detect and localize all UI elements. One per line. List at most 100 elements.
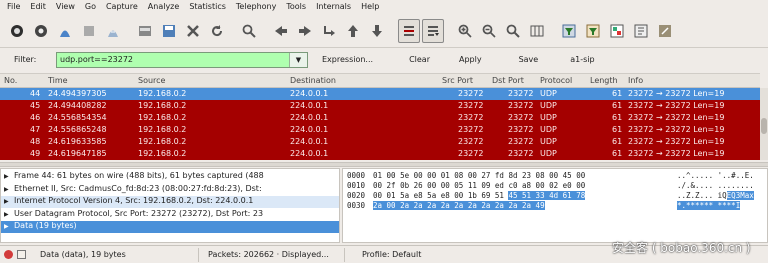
packet-row[interactable]: 47 24.556865248 192.168.0.2 224.0.0.1 23272 2… [0,124,760,136]
zoom-out-button[interactable] [478,19,500,43]
expand-arrow-icon[interactable]: ▶ [4,186,14,193]
zoom-in-button[interactable] [454,19,476,43]
chevron-down-icon: ▼ [295,55,302,64]
detail-tree-item[interactable]: ▶ Ethernet II, Src: CadmusCo_fd:8d:23 (08… [1,184,339,196]
resize-columns-button[interactable] [526,19,548,43]
column-header-info[interactable]: Info [628,76,643,85]
packet-cell-dst: 224.0.0.1 [290,137,329,146]
find-button[interactable] [238,19,260,43]
go-back-button[interactable] [270,19,292,43]
watermark: 安全客 ( bobao.360.cn ) [612,241,751,255]
detail-tree-item[interactable]: ▶ Internet Protocol Version 4, Src: 192.1… [1,196,339,208]
apply-button[interactable]: Apply [459,55,482,64]
detail-tree-item[interactable]: ▶ Frame 44: 61 bytes on wire (488 bits), … [1,171,339,183]
ascii-text[interactable]: ..^..... '..#..E. [677,171,754,180]
packet-bytes-pane[interactable]: 0000 01 00 5e 00 00 01 08 00 27 fd 8d 23 … [342,168,768,243]
menu-analyze[interactable]: Analyze [148,2,180,11]
column-header-time[interactable]: Time [48,76,68,85]
hex-bytes[interactable]: 2a 00 2a 2a 2a 2a 2a 2a 2a 2a 2a 2a 49 [373,201,545,210]
ascii-text-plain: ..Z.Z... iQ [677,191,727,200]
menu-tools[interactable]: Tools [286,2,306,11]
packet-row[interactable]: 46 24.556854354 192.168.0.2 224.0.0.1 23272 2… [0,112,760,124]
open-file-button[interactable] [134,19,156,43]
menu-telephony[interactable]: Telephony [236,2,276,11]
go-last-button[interactable] [366,19,388,43]
go-first-icon [348,25,358,37]
column-header-dst-port[interactable]: Dst Port [492,76,524,85]
menu-help[interactable]: Help [361,2,379,11]
packet-list[interactable]: 44 24.494397305 192.168.0.2 224.0.0.1 23272 2… [0,88,760,160]
column-header-src-port[interactable]: Src Port [442,76,473,85]
interface-list-button[interactable] [6,19,28,43]
help-icon [659,25,671,37]
profile-indicator[interactable]: Profile: Default [362,250,421,259]
coloring-rules-button[interactable] [606,19,628,43]
packet-cell-len: 61 [612,89,623,98]
expand-arrow-icon[interactable]: ▶ [4,211,14,218]
packet-details-pane[interactable]: ▶ Frame 44: 61 bytes on wire (488 bits), … [0,168,340,243]
packet-row[interactable]: 44 24.494397305 192.168.0.2 224.0.0.1 23272 2… [0,88,760,100]
packet-count: Packets: 202662 · Displayed... [208,250,329,259]
expert-info-icon[interactable] [4,250,13,259]
packet-cell-sport: 23272 [458,113,484,122]
preferences-button[interactable] [630,19,652,43]
ascii-text[interactable]: ..Z.Z... iQEQ3Max [677,191,754,200]
close-file-button[interactable] [182,19,204,43]
display-filter-input[interactable]: udp.port==23272 ▼ [56,51,308,68]
column-header-no[interactable]: No. [4,76,17,85]
expand-arrow-icon[interactable]: ▶ [4,198,14,205]
packet-row[interactable]: 49 24.619647185 192.168.0.2 224.0.0.1 23272 2… [0,148,760,160]
toolbar-separator [230,19,236,43]
filter-shortcut-button[interactable]: a1-sip [570,55,594,64]
go-forward-button[interactable] [294,19,316,43]
menu-internals[interactable]: Internals [316,2,351,11]
menu-file[interactable]: File [7,2,20,11]
column-header-protocol[interactable]: Protocol [540,76,572,85]
help-button[interactable] [654,19,676,43]
display-filters-button[interactable] [582,19,604,43]
expand-arrow-icon[interactable]: ▶ [4,223,14,230]
menu-capture[interactable]: Capture [106,2,138,11]
start-capture-button[interactable] [54,19,76,43]
normal-size-button[interactable] [502,19,524,43]
column-header-destination[interactable]: Destination [290,76,336,85]
reload-button[interactable] [206,19,228,43]
expression-button[interactable]: Expression... [322,55,373,64]
capture-options-button[interactable] [30,19,52,43]
expand-arrow-icon[interactable]: ▶ [4,173,14,180]
detail-tree-item[interactable]: ▶ User Datagram Protocol, Src Port: 23272… [1,208,339,221]
hex-bytes[interactable]: 00 01 5a e8 5a e8 00 1b 69 51 45 51 33 4… [373,191,586,200]
hex-bytes[interactable]: 00 2f 0b 26 00 00 05 11 09 ed c0 a8 00 0… [373,181,585,190]
packet-row[interactable]: 45 24.494408282 192.168.0.2 224.0.0.1 23272 2… [0,100,760,112]
column-header-source[interactable]: Source [138,76,165,85]
menu-go[interactable]: Go [85,2,96,11]
menu-statistics[interactable]: Statistics [189,2,226,11]
detail-text: User Datagram Protocol, Src Port: 23272 … [14,208,264,218]
go-to-packet-button[interactable] [318,19,340,43]
hex-bytes[interactable]: 01 00 5e 00 00 01 08 00 27 fd 8d 23 08 0… [373,171,585,180]
restart-capture-button[interactable] [102,19,124,43]
open-file-icon [139,26,151,36]
clear-button[interactable]: Clear [409,55,430,64]
colorize-button[interactable] [398,19,420,43]
capture-filters-button[interactable] [558,19,580,43]
packet-cell-len: 61 [612,137,623,146]
filter-dropdown-button[interactable]: ▼ [289,52,307,67]
scrollbar-thumb[interactable] [761,118,767,134]
save-filter-button[interactable]: Save [519,55,539,64]
detail-tree-item[interactable]: ▶ Data (19 bytes) [1,221,339,233]
menu-view[interactable]: View [56,2,75,11]
go-first-button[interactable] [342,19,364,43]
column-header-length[interactable]: Length [590,76,618,85]
stop-capture-button[interactable] [78,19,100,43]
hex-offset: 0020 [347,191,366,200]
menu-edit[interactable]: Edit [30,2,46,11]
auto-scroll-button[interactable] [422,19,444,43]
save-file-button[interactable] [158,19,180,43]
packet-list-scrollbar[interactable] [760,88,768,160]
ascii-text[interactable]: ./.&.... ........ [677,181,754,190]
pane-splitter[interactable] [0,162,768,167]
ascii-text[interactable]: *.****** ****I [677,201,741,210]
capture-comment-icon[interactable] [17,250,26,259]
packet-row[interactable]: 48 24.619633585 192.168.0.2 224.0.0.1 23272 2… [0,136,760,148]
